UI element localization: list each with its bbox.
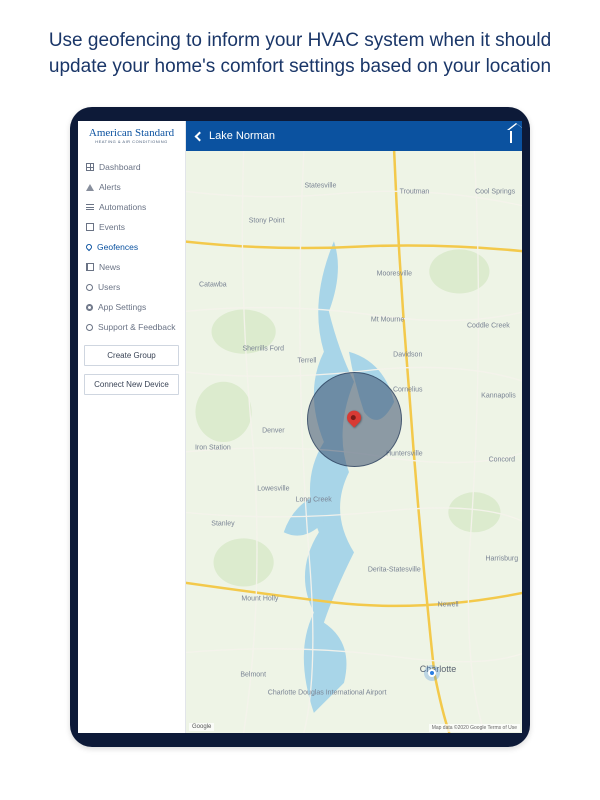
map-city-label: Long Creek [296, 497, 332, 504]
sidebar-item-events[interactable]: Events [84, 217, 179, 237]
sidebar-item-label: Users [98, 282, 120, 292]
map-city-label: Davidson [393, 351, 422, 358]
content-area: Dashboard Alerts Automations Events Geofence… [78, 151, 522, 733]
map-city-label: Charlotte [420, 664, 457, 674]
map-city-label: Mount Holly [241, 596, 278, 603]
home-icon [510, 130, 512, 143]
sidebar-item-alerts[interactable]: Alerts [84, 177, 179, 197]
geofence-pin[interactable] [347, 411, 361, 425]
sidebar-item-support-feedback[interactable]: Support & Feedback [84, 317, 179, 337]
brand-name: American Standard [89, 128, 174, 139]
sidebar-item-automations[interactable]: Automations [84, 197, 179, 217]
sidebar-item-label: Dashboard [99, 162, 141, 172]
page-title[interactable]: Lake Norman [209, 130, 275, 142]
map-city-label: Troutman [400, 189, 430, 196]
map-city-label: Catawba [199, 282, 227, 289]
map-provider-logo: Google [189, 723, 214, 731]
map-city-label: Mooresville [377, 270, 412, 277]
map-city-label: Mt Mourne [371, 317, 404, 324]
map-attribution[interactable]: Map data ©2020 Google Terms of Use [429, 724, 520, 732]
top-bar: American Standard HEATING & AIR CONDITIO… [78, 121, 522, 151]
map-city-label: Newell [438, 602, 459, 609]
sidebar-item-label: Events [99, 222, 125, 232]
sidebar-item-label: Geofences [97, 242, 138, 252]
brand-logo[interactable]: American Standard HEATING & AIR CONDITIO… [78, 121, 186, 151]
sidebar-item-app-settings[interactable]: App Settings [84, 297, 179, 317]
help-icon [86, 324, 93, 331]
map-city-label: Kannapolis [481, 392, 516, 399]
tri-icon [86, 184, 94, 191]
brand-tagline: HEATING & AIR CONDITIONING [95, 139, 168, 144]
map-city-label: Stony Point [249, 218, 285, 225]
app-screen: American Standard HEATING & AIR CONDITIO… [78, 121, 522, 733]
map-city-label: Belmont [240, 672, 266, 679]
map-city-label: Denver [262, 427, 285, 434]
map-view[interactable]: Statesville Troutman Stony Point Catawba She… [186, 151, 522, 733]
sidebar-nav: Dashboard Alerts Automations Events Geofence… [84, 157, 179, 337]
sidebar-item-news[interactable]: News [84, 257, 179, 277]
sidebar-item-label: News [99, 262, 120, 272]
map-city-label: Derita-Statesville [368, 567, 421, 574]
map-city-label: Sherrills Ford [242, 346, 284, 353]
map-city-label: Lowesville [257, 485, 289, 492]
grid-icon [86, 163, 94, 171]
marketing-headline: Use geofencing to inform your HVAC syste… [0, 0, 600, 79]
sidebar: Dashboard Alerts Automations Events Geofence… [78, 151, 186, 733]
home-button[interactable] [510, 130, 512, 142]
map-city-label: Huntersville [386, 450, 423, 457]
news-icon [86, 263, 94, 271]
map-city-label: Coddle Creek [467, 322, 510, 329]
sidebar-item-label: App Settings [98, 302, 146, 312]
map-city-label: Stanley [211, 520, 234, 527]
sidebar-item-label: Support & Feedback [98, 322, 176, 332]
back-icon[interactable] [195, 131, 205, 141]
map-city-label: Charlotte Douglas International Airport [268, 689, 387, 696]
sidebar-item-label: Automations [99, 202, 146, 212]
map-city-label: Cornelius [393, 386, 423, 393]
sidebar-item-dashboard[interactable]: Dashboard [84, 157, 179, 177]
user-icon [86, 284, 93, 291]
sidebar-item-geofences[interactable]: Geofences [84, 237, 179, 257]
gear-icon [86, 304, 93, 311]
sliders-icon [86, 204, 94, 210]
tablet-frame: American Standard HEATING & AIR CONDITIO… [70, 107, 530, 747]
pin-icon [85, 243, 93, 251]
map-city-label: Concord [489, 456, 515, 463]
connect-device-button[interactable]: Connect New Device [84, 374, 179, 395]
cal-icon [86, 223, 94, 231]
map-city-label: Harrisburg [485, 555, 518, 562]
tablet-frame-container: American Standard HEATING & AIR CONDITIO… [0, 107, 600, 747]
map-city-label: Statesville [304, 183, 336, 190]
map-city-label: Cool Springs [475, 189, 515, 196]
sidebar-item-users[interactable]: Users [84, 277, 179, 297]
map-city-label: Terrell [297, 357, 316, 364]
map-city-label: Iron Station [195, 445, 231, 452]
sidebar-item-label: Alerts [99, 182, 121, 192]
create-group-button[interactable]: Create Group [84, 345, 179, 366]
pin-icon [344, 408, 364, 428]
title-bar: Lake Norman [186, 121, 522, 151]
